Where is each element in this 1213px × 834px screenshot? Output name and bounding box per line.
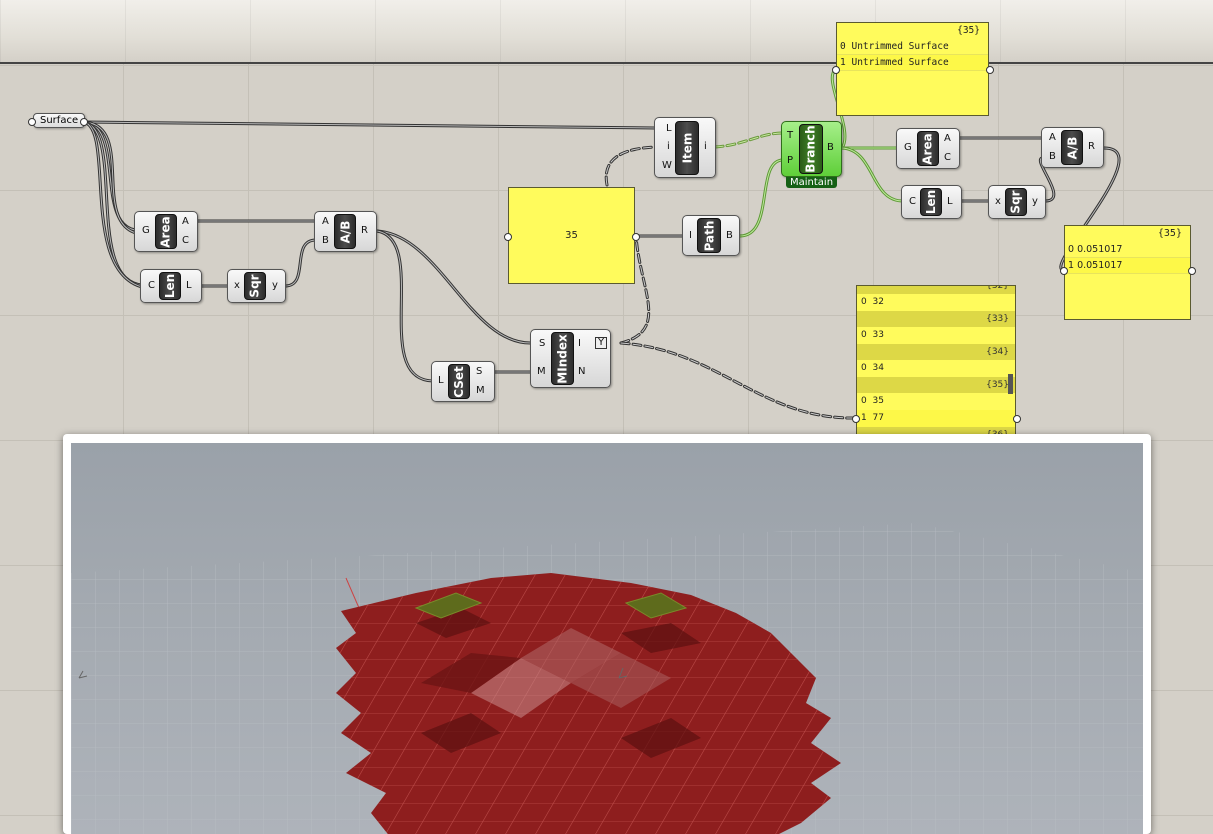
sqr-input-x[interactable]: x	[995, 197, 1001, 207]
division-core: A/B	[334, 214, 356, 249]
path-output-b[interactable]: B	[726, 231, 733, 241]
item-input-i[interactable]: i	[667, 142, 670, 152]
sqr-core: Sqr	[1005, 188, 1027, 216]
list-item: 0 32	[861, 297, 884, 307]
area-input-g[interactable]: G	[904, 143, 912, 153]
division-input-b[interactable]: B	[322, 236, 329, 246]
item-input-l[interactable]: L	[666, 124, 672, 134]
area-component-left[interactable]: G Area A C	[134, 211, 198, 252]
branch-input-p[interactable]: P	[787, 156, 793, 166]
viewport-scene	[71, 523, 1143, 834]
item-core: Item	[675, 121, 699, 175]
area-output-c[interactable]: C	[944, 153, 951, 163]
tree-list-panel[interactable]: {32} 0 32 {33} 0 33 {34} 0 34 {35} 0 35 …	[856, 285, 1016, 437]
len-component-right[interactable]: C Len L	[901, 185, 962, 219]
sqr-output-y[interactable]: y	[272, 281, 278, 291]
panel-row: 1 0.051017	[1065, 258, 1190, 274]
ratio-panel-input-grip[interactable]	[1060, 267, 1068, 275]
division-component-left[interactable]: A B A/B R	[314, 211, 377, 252]
path-component[interactable]: I Path B	[682, 215, 740, 256]
item-output-i[interactable]: i	[704, 142, 707, 152]
len-input-c[interactable]: C	[148, 281, 155, 291]
len-core: Len	[159, 272, 181, 300]
division-core: A/B	[1061, 130, 1083, 165]
tree-branch-path: {32}	[857, 286, 1015, 294]
number-panel[interactable]: 35	[508, 187, 635, 284]
surface-output-panel[interactable]: {35} 0 Untrimmed Surface 1 Untrimmed Sur…	[836, 22, 989, 116]
tree-branch-component[interactable]: T P Branch B	[781, 121, 842, 177]
panel-row: 0 0.051017	[1065, 242, 1190, 258]
len-output-l[interactable]: L	[186, 281, 192, 291]
list-item: 1 77	[857, 410, 1015, 427]
surface-param[interactable]: Surface	[33, 113, 86, 128]
branch-input-t[interactable]: T	[787, 131, 793, 141]
surface-output-grip[interactable]	[80, 118, 88, 126]
number-panel-output-grip[interactable]	[632, 233, 640, 241]
cset-input-l[interactable]: L	[438, 376, 444, 386]
panel-row: 1 Untrimmed Surface	[837, 55, 988, 71]
cset-output-s[interactable]: S	[476, 367, 482, 377]
sqr-component-left[interactable]: x Sqr y	[227, 269, 286, 303]
ratio-output-panel[interactable]: {35} 0 0.051017 1 0.051017	[1064, 225, 1191, 320]
sqr-component-right[interactable]: x Sqr y	[988, 185, 1046, 219]
area-input-g[interactable]: G	[142, 226, 150, 236]
area-core: Area	[155, 214, 177, 249]
number-panel-value: 35	[565, 230, 578, 241]
list-item-component[interactable]: L i W Item i	[654, 117, 716, 178]
number-panel-input-grip[interactable]	[504, 233, 512, 241]
surface-panel-input-grip[interactable]	[832, 66, 840, 74]
tree-branch-path: {35}	[857, 377, 1015, 393]
rhino-viewport-frame	[63, 434, 1151, 834]
division-input-a[interactable]: A	[322, 217, 329, 227]
surface-panel-output-grip[interactable]	[986, 66, 994, 74]
tree-branch-path: {33}	[857, 311, 1015, 327]
list-item: 0 34	[861, 363, 884, 373]
area-output-c[interactable]: C	[182, 236, 189, 246]
mindex-input-s[interactable]: S	[539, 339, 545, 349]
area-component-right[interactable]: G Area A C	[896, 128, 960, 169]
panel-row: 0 Untrimmed Surface	[837, 39, 988, 55]
division-output-r[interactable]: R	[361, 226, 368, 236]
item-input-w[interactable]: W	[662, 161, 672, 171]
area-core: Area	[917, 131, 939, 166]
path-core: Path	[697, 218, 721, 253]
surface-panel-path: {35}	[957, 25, 980, 36]
mindex-core: MIndex	[551, 332, 574, 385]
mindex-graft-flag[interactable]: Y	[595, 337, 608, 349]
mindex-input-m[interactable]: M	[537, 367, 546, 377]
sqr-input-x[interactable]: x	[234, 281, 240, 291]
sqr-core: Sqr	[244, 272, 266, 300]
list-panel-input-grip[interactable]	[852, 415, 860, 423]
branch-core: Branch	[799, 124, 823, 174]
ratio-panel-output-grip[interactable]	[1188, 267, 1196, 275]
ratio-panel-path: {35}	[1157, 228, 1182, 239]
path-input-i[interactable]: I	[689, 231, 692, 241]
area-output-a[interactable]: A	[944, 134, 951, 144]
division-component-right[interactable]: A B A/B R	[1041, 127, 1104, 168]
member-index-component[interactable]: S M MIndex I Y N	[530, 329, 611, 388]
area-output-a[interactable]: A	[182, 217, 189, 227]
division-output-r[interactable]: R	[1088, 142, 1095, 152]
branch-output-b[interactable]: B	[827, 143, 834, 153]
len-component-left[interactable]: C Len L	[140, 269, 202, 303]
list-item: 0 35	[861, 396, 884, 406]
len-input-c[interactable]: C	[909, 197, 916, 207]
cset-output-m[interactable]: M	[476, 386, 485, 396]
mindex-output-i[interactable]: I	[578, 339, 581, 349]
list-item: 0 33	[861, 330, 884, 340]
mindex-output-n[interactable]: N	[578, 367, 585, 377]
surface-input-grip[interactable]	[28, 118, 36, 126]
list-panel-output-grip[interactable]	[1013, 415, 1021, 423]
panel-scrollbar[interactable]	[1008, 374, 1013, 394]
len-output-l[interactable]: L	[947, 197, 953, 207]
division-input-b[interactable]: B	[1049, 152, 1056, 162]
rhino-viewport[interactable]	[71, 443, 1143, 834]
sqr-output-y[interactable]: y	[1032, 197, 1038, 207]
len-core: Len	[920, 188, 942, 216]
maintain-badge: Maintain	[786, 177, 838, 188]
tree-branch-path: {34}	[857, 344, 1015, 360]
division-input-a[interactable]: A	[1049, 133, 1056, 143]
cset-component[interactable]: L CSet S M	[431, 361, 495, 402]
cset-core: CSet	[448, 364, 470, 399]
